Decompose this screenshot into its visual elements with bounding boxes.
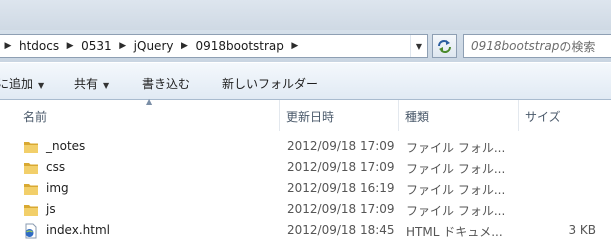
burn-label: 書き込む — [142, 77, 191, 91]
file-type: ファイル フォル... — [406, 141, 506, 155]
burn-button[interactable]: 書き込む — [142, 75, 190, 92]
list-item[interactable]: index.html 2012/09/18 18:45 HTML ドキュメ...… — [0, 220, 611, 241]
search-placeholder-suffix: の検索 — [559, 39, 596, 54]
html-file-icon — [25, 223, 37, 239]
file-type: ファイル フォル... — [406, 204, 506, 218]
list-item[interactable]: _notes 2012/09/18 17:09 ファイル フォル... — [0, 136, 611, 157]
refresh-icon — [438, 40, 451, 53]
list-item[interactable]: css 2012/09/18 17:09 ファイル フォル... — [0, 157, 611, 178]
breadcrumb-item-htdocs[interactable]: htdocs — [16, 39, 62, 53]
add-to-library-label: に追加 — [0, 77, 34, 91]
file-modified: 2012/09/18 16:19 — [287, 181, 395, 195]
breadcrumb-item-0531[interactable]: 0531 — [78, 39, 115, 53]
share-button[interactable]: 共有 ▼ — [74, 75, 109, 92]
chevron-down-icon: ▼ — [415, 41, 423, 51]
breadcrumb-item-jquery[interactable]: jQuery — [131, 39, 177, 53]
window-titlebar — [0, 0, 611, 30]
column-size-label: サイズ — [525, 110, 561, 124]
column-name[interactable]: 名前 — [17, 100, 280, 131]
chevron-right-icon[interactable]: ▶ — [62, 41, 78, 51]
column-size[interactable]: サイズ — [519, 100, 611, 131]
folder-icon — [24, 184, 38, 195]
chevron-right-icon[interactable]: ▶ — [176, 41, 192, 51]
share-label: 共有 — [74, 77, 99, 91]
address-row: ▶ htdocs ▶ 0531 ▶ jQuery ▶ 0918bootstrap… — [0, 30, 611, 62]
new-folder-button[interactable]: 新しいフォルダー — [222, 75, 318, 92]
chevron-down-icon: ▼ — [38, 81, 45, 90]
column-modified[interactable]: 更新日時 — [280, 100, 399, 131]
search-placeholder-folder: 0918bootstrap — [471, 39, 560, 53]
column-type[interactable]: 種類 — [399, 100, 519, 131]
file-type: ファイル フォル... — [406, 183, 506, 197]
search-input[interactable]: 0918bootstrap の検索 — [463, 34, 611, 58]
file-name: img — [46, 181, 69, 195]
chevron-down-icon: ▼ — [103, 81, 110, 90]
address-history-dropdown[interactable]: ▼ — [410, 35, 427, 57]
chevron-right-icon[interactable]: ▶ — [115, 41, 131, 51]
file-type: HTML ドキュメ... — [406, 225, 503, 239]
folder-icon — [24, 142, 38, 153]
new-folder-label: 新しいフォルダー — [222, 77, 319, 91]
file-name: css — [46, 160, 66, 174]
file-name: js — [46, 202, 56, 216]
chevron-right-icon[interactable]: ▶ — [0, 41, 16, 51]
file-modified: 2012/09/18 18:45 — [287, 223, 395, 237]
column-name-label: 名前 — [23, 110, 48, 124]
file-type: ファイル フォル... — [406, 162, 506, 176]
file-name: _notes — [46, 139, 86, 153]
breadcrumb-item-0918bootstrap[interactable]: 0918bootstrap — [192, 39, 286, 53]
file-modified: 2012/09/18 17:09 — [287, 139, 395, 153]
column-modified-label: 更新日時 — [286, 110, 335, 124]
file-size: 3 KB — [568, 223, 596, 237]
folder-icon — [24, 163, 38, 174]
list-item[interactable]: img 2012/09/18 16:19 ファイル フォル... — [0, 178, 611, 199]
file-modified: 2012/09/18 17:09 — [287, 202, 395, 216]
command-toolbar: に追加 ▼ 共有 ▼ 書き込む 新しいフォルダー — [0, 62, 611, 100]
folder-icon — [24, 205, 38, 216]
file-name: index.html — [46, 223, 110, 237]
chevron-right-icon[interactable]: ▶ — [287, 41, 303, 51]
file-modified: 2012/09/18 17:09 — [287, 160, 395, 174]
add-to-library-button[interactable]: に追加 ▼ — [0, 75, 44, 92]
column-header: ▲ 名前 更新日時 種類 サイズ — [0, 97, 611, 131]
column-type-label: 種類 — [405, 110, 430, 124]
list-item[interactable]: js 2012/09/18 17:09 ファイル フォル... — [0, 199, 611, 220]
breadcrumb[interactable]: ▶ htdocs ▶ 0531 ▶ jQuery ▶ 0918bootstrap… — [0, 34, 428, 58]
refresh-button[interactable] — [432, 34, 457, 58]
